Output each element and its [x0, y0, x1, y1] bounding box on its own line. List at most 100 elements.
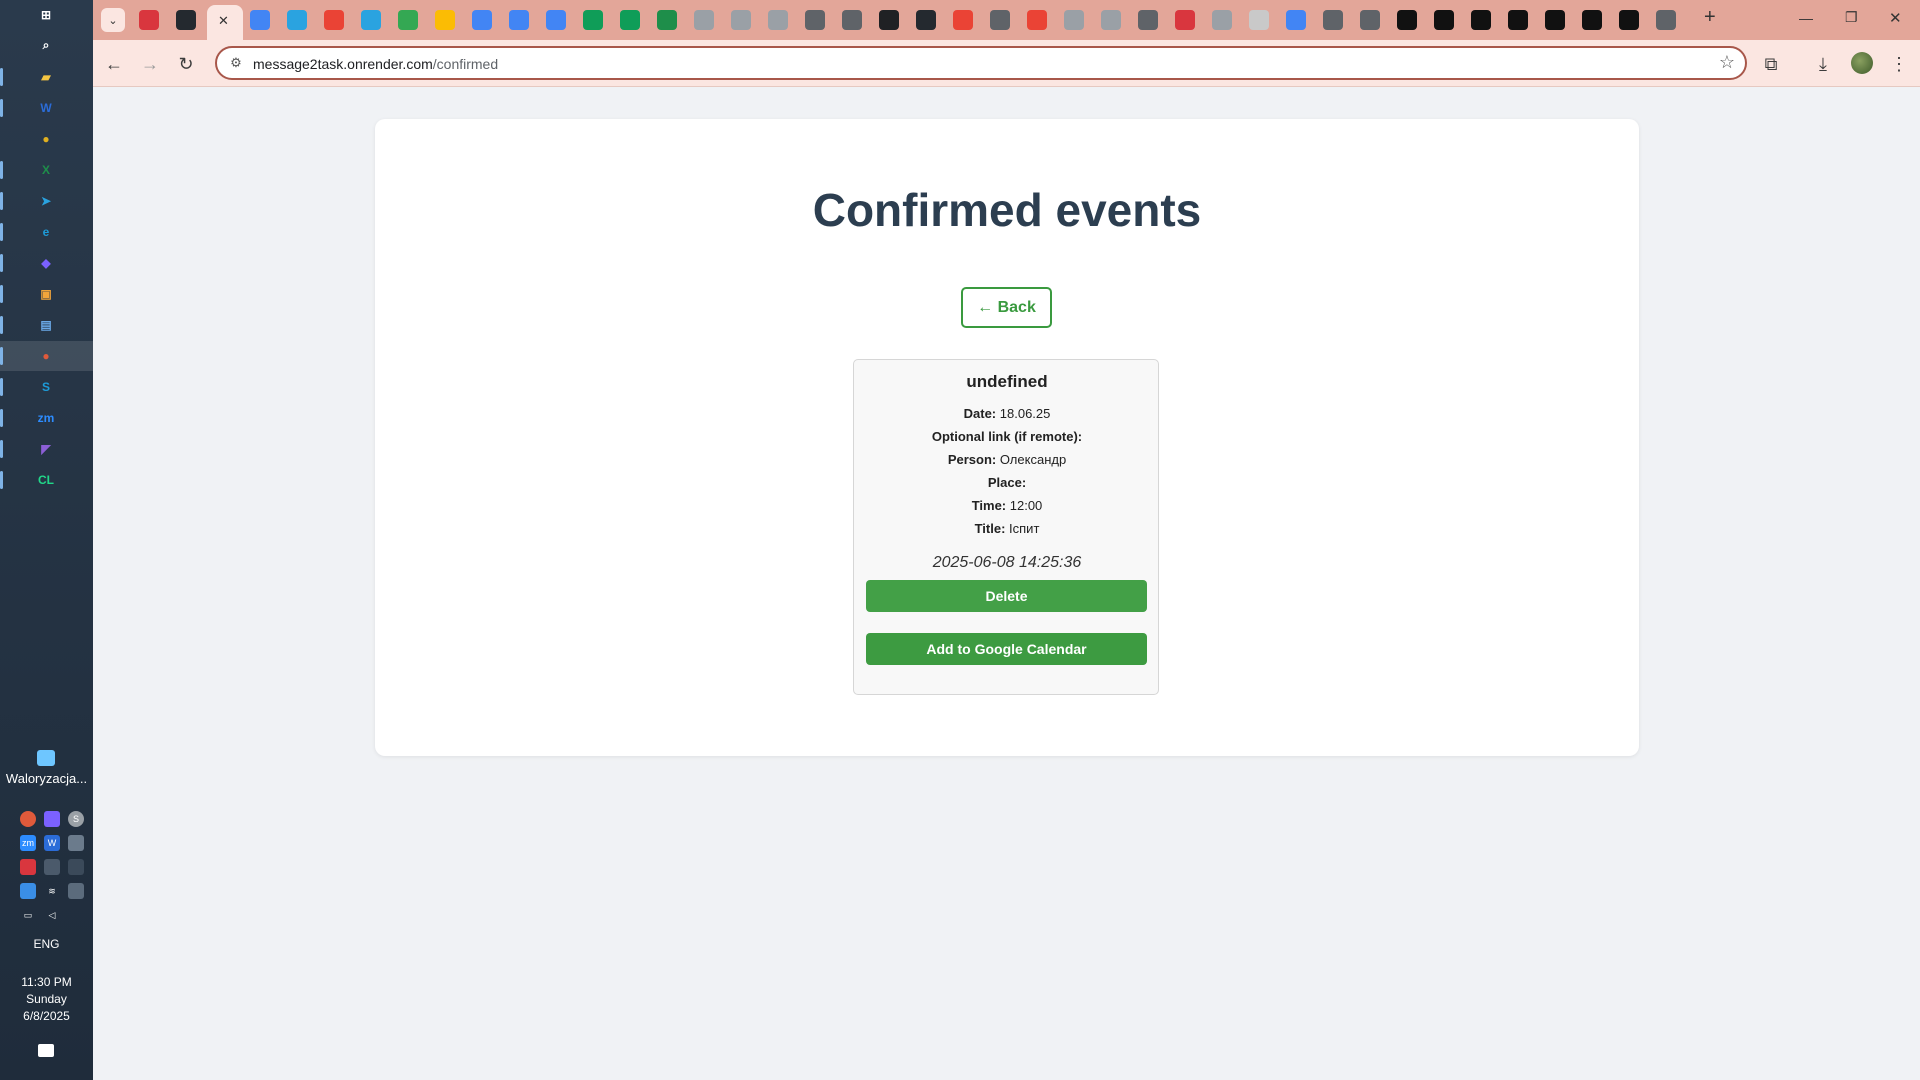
- clock-time[interactable]: 11:30 PM: [0, 975, 93, 989]
- tab-favicon-icon[interactable]: [768, 10, 788, 30]
- extensions-icon[interactable]: ⧉: [1757, 50, 1785, 78]
- tab-favicon-icon[interactable]: [1582, 10, 1602, 30]
- tab-favicon-icon[interactable]: [842, 10, 862, 30]
- tab-favicon-icon[interactable]: [694, 10, 714, 30]
- taskbar-chrome-active-icon[interactable]: ●: [36, 346, 56, 366]
- tab-favicon-icon[interactable]: [176, 10, 196, 30]
- taskbar-copilot-icon[interactable]: ◆: [36, 253, 56, 273]
- add-to-google-calendar-button[interactable]: Add to Google Calendar: [866, 633, 1147, 665]
- tab-favicon-icon[interactable]: [990, 10, 1010, 30]
- tray-zoom-icon[interactable]: zm: [20, 835, 36, 851]
- widget-icon[interactable]: [37, 750, 55, 766]
- taskbar-skype-icon[interactable]: S: [36, 377, 56, 397]
- tab-favicon-icon[interactable]: [509, 10, 529, 30]
- tab-favicon-icon[interactable]: [731, 10, 751, 30]
- new-tab-button[interactable]: +: [1704, 6, 1716, 29]
- tray-word-icon[interactable]: W: [44, 835, 60, 851]
- tab-favicon-icon[interactable]: [1471, 10, 1491, 30]
- tab-favicon-icon[interactable]: [1323, 10, 1343, 30]
- tab-favicon-icon[interactable]: [324, 10, 344, 30]
- tab-favicon-icon[interactable]: [1545, 10, 1565, 30]
- tray-skype-icon[interactable]: S: [68, 811, 84, 827]
- site-info-icon[interactable]: ⚙: [227, 54, 245, 72]
- taskbar-notepad-icon[interactable]: ▤: [36, 315, 56, 335]
- tab-favicon-icon[interactable]: [1175, 10, 1195, 30]
- tab-favicon-icon[interactable]: [398, 10, 418, 30]
- tray-display-icon[interactable]: [68, 835, 84, 851]
- tab-close-icon[interactable]: ✕: [218, 13, 229, 29]
- taskbar-edge-icon[interactable]: e: [36, 222, 56, 242]
- bookmark-star-icon[interactable]: ☆: [1719, 52, 1735, 73]
- taskbar-start-icon[interactable]: ⊞: [36, 5, 56, 25]
- tab-favicon-icon[interactable]: [953, 10, 973, 30]
- tab-favicon-icon[interactable]: [1286, 10, 1306, 30]
- tray-app-icon[interactable]: [20, 859, 36, 875]
- tray-bluetooth-icon[interactable]: [68, 883, 84, 899]
- window-minimize-button[interactable]: —: [1799, 10, 1813, 26]
- tab-favicon-icon[interactable]: [805, 10, 825, 30]
- taskbar-running-indicator: [0, 192, 3, 210]
- tab-favicon-icon[interactable]: [1101, 10, 1121, 30]
- tab-favicon-icon[interactable]: [546, 10, 566, 30]
- widget-label[interactable]: Waloryzacja...: [0, 771, 93, 786]
- tray-clipboard-icon[interactable]: [44, 859, 60, 875]
- browser-menu-icon[interactable]: ⋮: [1885, 50, 1913, 78]
- taskbar-search-icon[interactable]: ⌕: [36, 35, 56, 55]
- tray-security-icon[interactable]: [68, 859, 84, 875]
- tray-wifi-icon[interactable]: ≋: [44, 883, 60, 899]
- tab-favicon-icon[interactable]: [583, 10, 603, 30]
- tab-favicon-icon[interactable]: [1360, 10, 1380, 30]
- taskbar-chrome-icon[interactable]: ●: [36, 129, 56, 149]
- window-restore-button[interactable]: ❐: [1845, 9, 1858, 26]
- tab-favicon-icon[interactable]: [250, 10, 270, 30]
- taskbar-telegram-icon[interactable]: ➤: [36, 191, 56, 211]
- tab-favicon-icon[interactable]: [361, 10, 381, 30]
- tab-favicon-icon[interactable]: [435, 10, 455, 30]
- reload-icon[interactable]: ↻: [172, 50, 200, 78]
- tab-favicon-icon[interactable]: [657, 10, 677, 30]
- tab-favicon-icon[interactable]: [1064, 10, 1084, 30]
- taskbar-visual-studio-icon[interactable]: ◤: [36, 439, 56, 459]
- tray-copilot-icon[interactable]: [44, 811, 60, 827]
- clock-day[interactable]: Sunday: [0, 992, 93, 1006]
- delete-button[interactable]: Delete: [866, 580, 1147, 612]
- tab-favicon-icon[interactable]: [139, 10, 159, 30]
- taskbar-excel-icon[interactable]: X: [36, 160, 56, 180]
- downloads-icon[interactable]: ⤓: [1809, 50, 1837, 78]
- language-indicator[interactable]: ENG: [0, 937, 93, 951]
- tab-favicon-icon[interactable]: [1397, 10, 1417, 30]
- address-bar[interactable]: ⚙ message2task.onrender.com/confirmed ☆: [215, 46, 1747, 80]
- tab-favicon-icon[interactable]: [1619, 10, 1639, 30]
- clock-date[interactable]: 6/8/2025: [0, 1009, 93, 1023]
- active-tab[interactable]: ✕: [207, 5, 243, 40]
- taskbar-file-explorer-icon[interactable]: ▰: [36, 67, 56, 87]
- taskbar-zoom-icon[interactable]: zm: [36, 408, 56, 428]
- tray-volume-icon[interactable]: ◁: [44, 907, 60, 923]
- taskbar-word-icon[interactable]: W: [36, 98, 56, 118]
- tab-favicon-icon[interactable]: [1434, 10, 1454, 30]
- back-button[interactable]: ← Back: [961, 287, 1052, 328]
- profile-avatar[interactable]: [1851, 52, 1873, 74]
- tray-battery-icon[interactable]: ▭: [20, 907, 36, 923]
- tab-favicon-icon[interactable]: [287, 10, 307, 30]
- tab-favicon-icon[interactable]: [1027, 10, 1047, 30]
- tab-favicon-icon[interactable]: [1656, 10, 1676, 30]
- tab-favicon-icon[interactable]: [916, 10, 936, 30]
- tab-favicon-icon[interactable]: [620, 10, 640, 30]
- address-bar-url[interactable]: message2task.onrender.com/confirmed: [253, 56, 498, 72]
- tab-favicon-icon[interactable]: [1212, 10, 1232, 30]
- tab-favicon-icon[interactable]: [472, 10, 492, 30]
- back-arrow-icon[interactable]: ←: [100, 50, 128, 78]
- taskbar-clion-icon[interactable]: CL: [36, 470, 56, 490]
- forward-arrow-icon[interactable]: →: [136, 50, 164, 78]
- tab-favicon-icon[interactable]: [1508, 10, 1528, 30]
- window-close-button[interactable]: ✕: [1889, 9, 1902, 27]
- tab-search-button[interactable]: ⌄: [101, 8, 125, 32]
- tab-favicon-icon[interactable]: [1138, 10, 1158, 30]
- tray-onedrive-icon[interactable]: [20, 883, 36, 899]
- tray-chrome-icon[interactable]: [20, 811, 36, 827]
- taskbar-photos-icon[interactable]: ▣: [36, 284, 56, 304]
- tab-favicon-icon[interactable]: [1249, 10, 1269, 30]
- notification-icon[interactable]: [38, 1044, 54, 1057]
- tab-favicon-icon[interactable]: [879, 10, 899, 30]
